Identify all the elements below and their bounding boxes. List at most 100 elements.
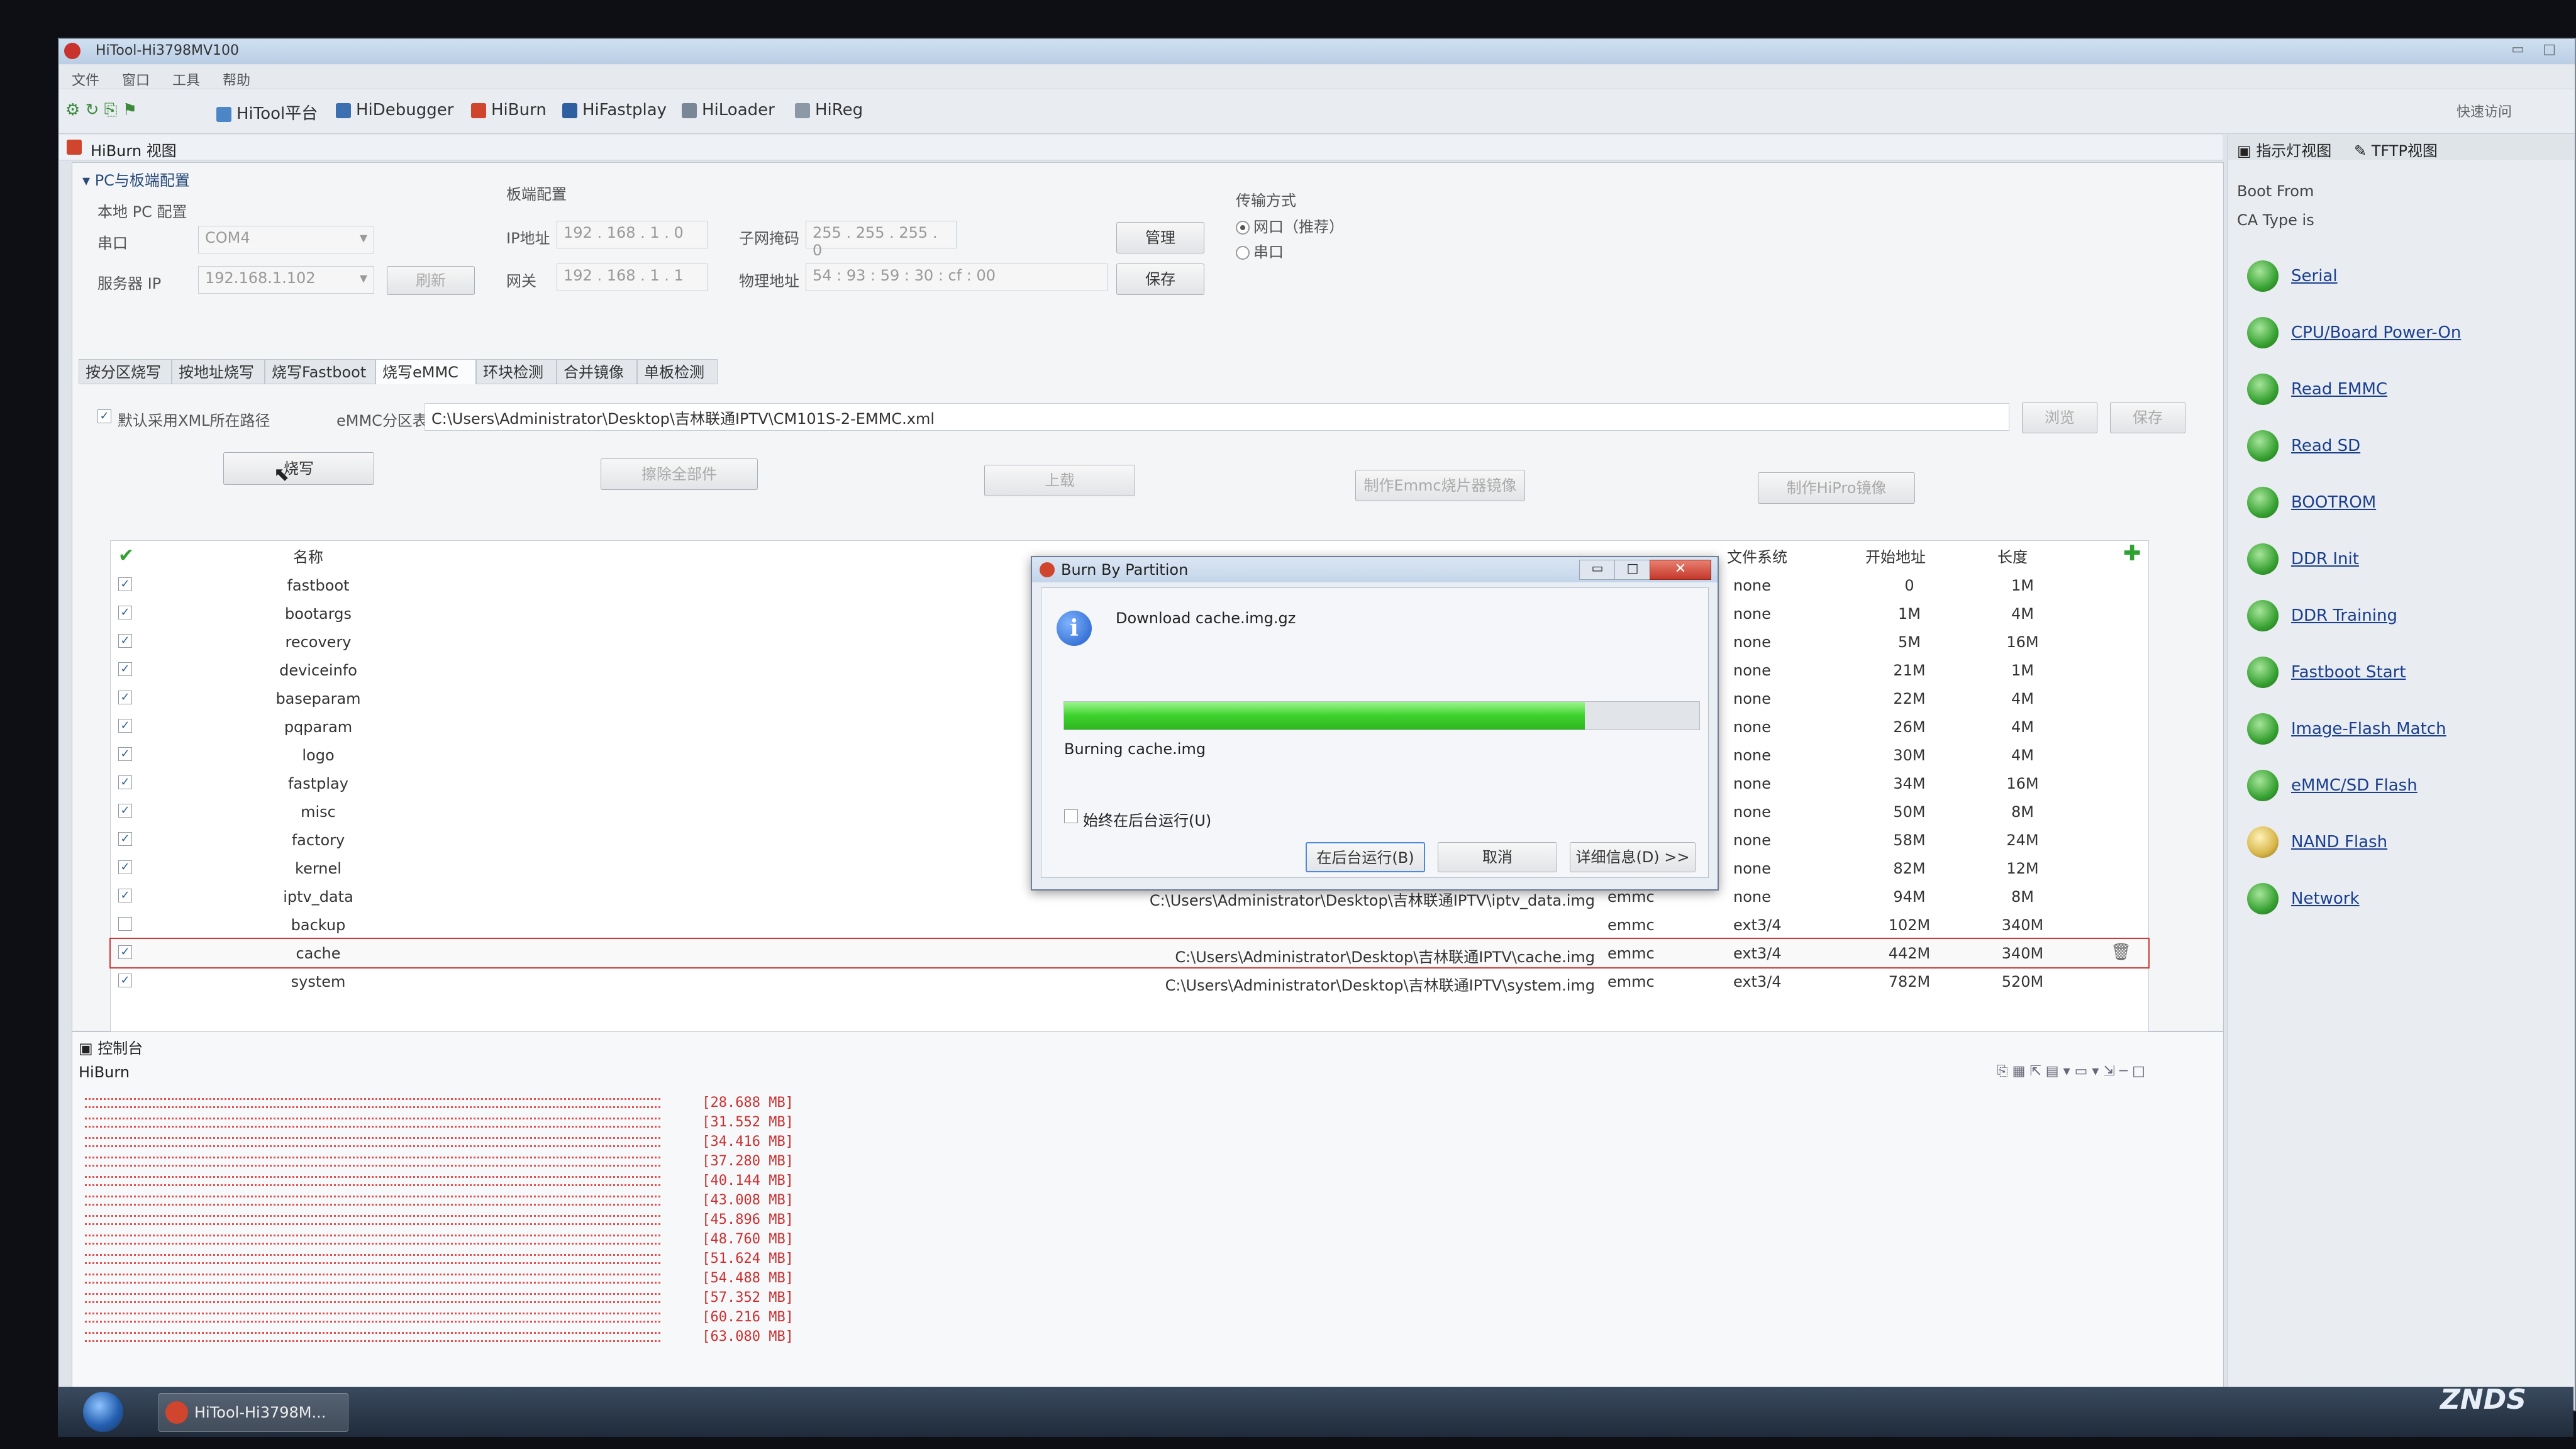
tab-burn-fastboot[interactable]: 烧写Fastboot [265,359,375,384]
table-row[interactable]: ✓ cache C:\Users\Administrator\Desktop\吉林联… [109,938,2150,969]
toolbar-hireg[interactable]: HiReg [795,101,863,119]
dialog-maximize-icon[interactable]: □ [1614,560,1651,580]
row-checkbox[interactable]: ✓ [118,662,132,676]
table-row[interactable]: backup emmc ext3/4 102M 340M [111,911,2148,939]
tftp-view-tab[interactable]: ✎ TFTP视图 [2354,138,2438,160]
menu-window[interactable]: 窗口 [122,69,150,89]
tab-burn-partition[interactable]: 按分区烧写 [79,359,172,384]
row-checkbox[interactable]: ✓ [118,889,132,902]
indicator-label[interactable]: Serial [2291,267,2338,286]
delete-row-icon[interactable]: 🗑 [2111,943,2131,962]
toolbar-hidebugger[interactable]: HiDebugger [336,101,453,119]
run-background-button[interactable]: 在后台运行(B) [1306,842,1425,872]
indicator-label[interactable]: Read SD [2291,436,2360,455]
toolbar-misc-icons[interactable]: ⚙ ↻ ⎘ ⚑ [65,101,137,120]
indicator-label[interactable]: NAND Flash [2291,833,2387,852]
make-hipro-image-button[interactable]: 制作HiPro镜像 [1758,472,1915,504]
transfer-net-radio[interactable]: 网口（推荐） [1236,214,1344,236]
manage-button[interactable]: 管理 [1116,222,1204,253]
minimize-icon[interactable]: ▭ [2511,42,2524,57]
toolbar-hiloader[interactable]: HiLoader [682,101,775,119]
row-checkbox[interactable]: ✓ [118,974,132,987]
indicator-label[interactable]: BOOTROM [2291,493,2376,512]
details-button[interactable]: 详细信息(D) >> [1570,842,1696,872]
taskbar-hitool-item[interactable]: HiTool-Hi3798M... [158,1393,348,1432]
refresh-button[interactable]: 刷新 [387,266,475,295]
tab-board-check[interactable]: 单板检测 [637,359,718,384]
log-size: [48.760 MB] [702,1231,794,1247]
indicator-label[interactable]: Network [2291,889,2360,908]
row-checkbox[interactable]: ✓ [118,577,132,591]
menu-tools[interactable]: 工具 [172,69,200,89]
row-checkbox[interactable]: ✓ [118,832,132,846]
row-length: 24M [2006,831,2039,849]
row-length: 4M [2011,747,2034,764]
app-icon [64,43,80,59]
erase-all-button[interactable]: 擦除全部件 [601,458,758,490]
col-start: 开始地址 [1865,548,1926,566]
log-progress-marks [85,1235,660,1245]
table-row[interactable]: ✓ system C:\Users\Administrator\Desktop\吉林… [111,967,2148,996]
partition-file-field[interactable]: C:\Users\Administrator\Desktop\吉林联通IPTV\… [425,403,2009,431]
row-checkbox[interactable]: ✓ [118,606,132,619]
console-tab[interactable]: ▣ 控制台 [79,1036,143,1058]
row-checkbox[interactable] [118,917,132,931]
indicator-label[interactable]: Image-Flash Match [2291,719,2446,738]
indicator-label[interactable]: DDR Init [2291,550,2359,569]
transfer-serial-radio[interactable]: 串口 [1236,240,1284,262]
gateway-field[interactable]: 192 . 168 . 1 . 1 [557,264,708,291]
view-tab-label: HiBurn 视图 [91,142,177,160]
toolbar-hifastplay[interactable]: HiFastplay [562,101,667,119]
always-background-checkbox[interactable] [1064,809,1078,823]
row-checkbox[interactable]: ✓ [118,634,132,648]
console-toolbar-icons[interactable]: ⎘ ▦ ⇱ ▤ ▾ ▭ ▾ ⇲ ─ □ [1997,1063,2145,1079]
indicator-label[interactable]: eMMC/SD Flash [2291,776,2418,795]
tab-bad-block[interactable]: 环块检测 [476,359,557,384]
indicator-label[interactable]: CPU/Board Power-On [2291,323,2461,342]
server-ip-select[interactable]: 192.168.1.102 ▾ [198,266,374,294]
browse-button[interactable]: 浏览 [2022,402,2097,433]
mac-field[interactable]: 54 : 93 : 59 : 30 : cf : 00 [806,264,1108,291]
row-start: 5M [1898,633,1921,651]
port-select[interactable]: COM4 ▾ [198,226,374,253]
start-button[interactable] [83,1392,123,1432]
row-checkbox[interactable]: ✓ [118,945,132,959]
burn-button[interactable]: 烧写 [223,452,374,485]
pc-config-section[interactable]: ▾ PC与板端配置 [82,168,190,190]
row-medium: emmc [1607,888,1655,906]
indicator-label[interactable]: DDR Training [2291,606,2397,625]
indicator-view-tab[interactable]: ▣ 指示灯视图 [2237,138,2331,160]
row-checkbox[interactable]: ✓ [118,775,132,789]
cancel-button[interactable]: 取消 [1438,842,1557,872]
toolbar-hiburn[interactable]: HiBurn [471,101,547,119]
tab-burn-emmc[interactable]: 烧写eMMC [375,359,476,384]
indicator-label[interactable]: Read EMMC [2291,380,2387,399]
row-checkbox[interactable]: ✓ [118,860,132,874]
dialog-close-icon[interactable]: ✕ [1650,560,1711,580]
mask-field[interactable]: 255 . 255 . 255 . 0 [806,221,957,259]
hiburn-view-tab[interactable]: HiBurn 视图 [59,135,2223,160]
row-checkbox[interactable]: ✓ [118,804,132,818]
maximize-icon[interactable]: □ [2543,42,2556,57]
dialog-minimize-icon[interactable]: ▭ [1579,560,1616,580]
menu-file[interactable]: 文件 [72,69,99,89]
default-xml-checkbox[interactable]: ✓ [97,409,111,423]
log-size: [54.488 MB] [702,1270,794,1286]
save-config-button[interactable]: 保存 [1116,264,1204,295]
row-checkbox[interactable]: ✓ [118,691,132,704]
quick-access[interactable]: 快速访问 [2457,101,2512,121]
toolbar-hitool[interactable]: HiTool平台 [216,101,318,124]
make-emmc-image-button[interactable]: 制作Emmc烧片器镜像 [1355,470,1525,501]
ip-field[interactable]: 192 . 168 . 1 . 0 [557,221,708,248]
tab-merge-image[interactable]: 合并镜像 [557,359,637,384]
select-all-check-icon[interactable]: ✔ [118,545,134,567]
indicator-label[interactable]: Fastboot Start [2291,663,2406,682]
upload-button[interactable]: 上载 [984,465,1135,496]
tab-burn-address[interactable]: 按地址烧写 [172,359,265,384]
menu-help[interactable]: 帮助 [223,69,250,89]
row-length: 8M [2011,888,2034,906]
row-checkbox[interactable]: ✓ [118,719,132,733]
save-xml-button[interactable]: 保存 [2110,402,2185,433]
add-partition-icon[interactable]: ✚ [2123,541,2141,566]
row-checkbox[interactable]: ✓ [118,747,132,761]
